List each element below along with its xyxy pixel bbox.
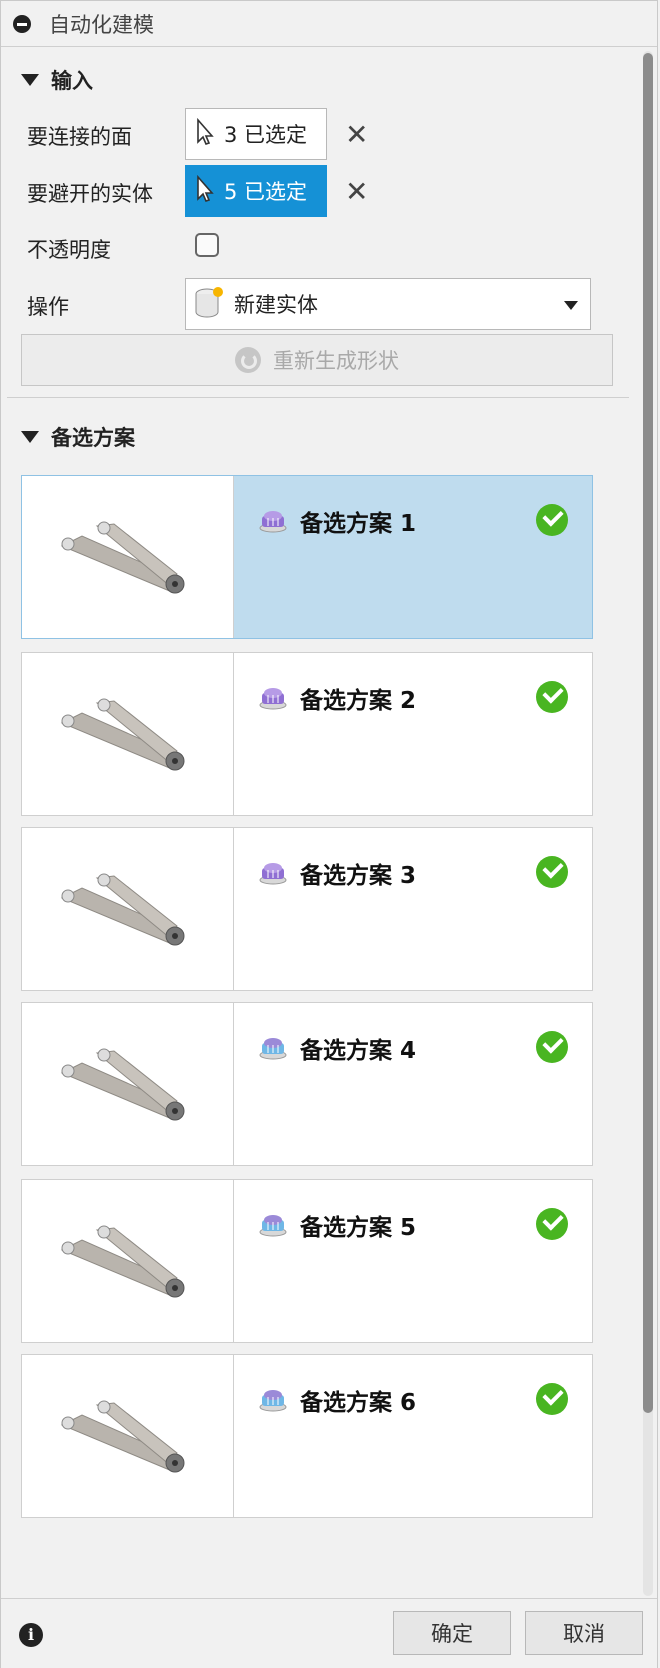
alternative-card[interactable]: 备选方案 1 — [21, 475, 593, 639]
collapse-icon[interactable] — [13, 14, 31, 33]
check-circle-icon — [536, 856, 568, 888]
operation-label: 操作 — [27, 295, 69, 319]
blue-stack-icon — [258, 1385, 288, 1417]
alternative-thumbnail — [22, 653, 234, 815]
regenerate-label: 重新生成形状 — [273, 349, 399, 373]
alternative-label: 备选方案 2 — [300, 688, 417, 714]
automated-modeling-dialog: 自动化建模 输入 要连接的面 3 已选定 ✕ 要避开的实体 5 已选定 ✕ 不透… — [0, 0, 658, 1668]
expand-triangle-icon — [21, 74, 39, 86]
alternative-thumbnail — [22, 476, 234, 638]
expand-triangle-icon — [21, 431, 39, 443]
scrollbar-thumb[interactable] — [643, 53, 653, 1413]
purple-stack-icon — [258, 858, 288, 890]
check-circle-icon — [536, 681, 568, 713]
clear-avoid-bodies-icon[interactable]: ✕ — [345, 178, 368, 206]
alternative-thumbnail — [22, 1180, 234, 1342]
alternative-card[interactable]: 备选方案 5 — [21, 1179, 593, 1343]
avoid-bodies-selection-count: 5 已选定 — [224, 180, 308, 204]
alternative-info: 备选方案 5 — [234, 1180, 592, 1342]
purple-stack-icon — [258, 683, 288, 715]
operation-dropdown[interactable]: 新建实体 — [185, 278, 591, 330]
avoid-bodies-label: 要避开的实体 — [27, 182, 153, 206]
alternative-label: 备选方案 3 — [300, 863, 417, 889]
alternative-card[interactable]: 备选方案 6 — [21, 1354, 593, 1518]
alternative-card[interactable]: 备选方案 2 — [21, 652, 593, 816]
alternative-thumbnail — [22, 1003, 234, 1165]
alternative-info: 备选方案 3 — [234, 828, 592, 990]
alternatives-section-title: 备选方案 — [51, 426, 135, 450]
ok-button[interactable]: 确定 — [393, 1611, 511, 1655]
alternative-label: 备选方案 1 — [300, 511, 417, 537]
clear-faces-icon[interactable]: ✕ — [345, 121, 368, 149]
avoid-bodies-selection-button[interactable]: 5 已选定 — [185, 165, 327, 217]
title-bar: 自动化建模 — [1, 1, 657, 47]
purple-stack-icon — [258, 506, 288, 538]
check-circle-icon — [536, 1383, 568, 1415]
section-divider — [7, 397, 629, 398]
cancel-button[interactable]: 取消 — [525, 1611, 643, 1655]
dialog-title: 自动化建模 — [49, 12, 154, 37]
alternative-info: 备选方案 1 — [234, 476, 592, 638]
alternative-info: 备选方案 6 — [234, 1355, 592, 1517]
alternative-card[interactable]: 备选方案 4 — [21, 1002, 593, 1166]
blue-stack-icon — [258, 1210, 288, 1242]
alternative-thumbnail — [22, 1355, 234, 1517]
regenerate-shape-button[interactable]: 重新生成形状 — [21, 334, 613, 386]
alternative-info: 备选方案 2 — [234, 653, 592, 815]
alternative-label: 备选方案 4 — [300, 1038, 417, 1064]
check-circle-icon — [536, 1208, 568, 1240]
check-circle-icon — [536, 504, 568, 536]
alternative-label: 备选方案 6 — [300, 1390, 417, 1416]
alternative-card[interactable]: 备选方案 3 — [21, 827, 593, 991]
faces-selection-button[interactable]: 3 已选定 — [185, 108, 327, 160]
refresh-icon — [235, 347, 261, 373]
chevron-down-icon — [564, 301, 578, 310]
alternative-label: 备选方案 5 — [300, 1215, 417, 1241]
pointer-cursor-icon — [196, 174, 214, 208]
new-body-icon — [194, 285, 224, 324]
check-circle-icon — [536, 1031, 568, 1063]
blue-stack-icon — [258, 1033, 288, 1065]
alternative-thumbnail — [22, 828, 234, 990]
input-section-title: 输入 — [51, 69, 93, 93]
opacity-label: 不透明度 — [27, 238, 111, 262]
alternative-info: 备选方案 4 — [234, 1003, 592, 1165]
info-icon[interactable]: i — [19, 1623, 43, 1647]
pointer-cursor-icon — [196, 117, 214, 151]
dialog-footer: i 确定 取消 — [1, 1598, 657, 1668]
alternatives-section-header[interactable]: 备选方案 — [21, 422, 135, 452]
faces-selection-count: 3 已选定 — [224, 123, 308, 147]
operation-value: 新建实体 — [234, 293, 318, 317]
opacity-checkbox[interactable] — [195, 233, 219, 257]
input-section-header[interactable]: 输入 — [21, 65, 93, 95]
faces-label: 要连接的面 — [27, 125, 132, 149]
